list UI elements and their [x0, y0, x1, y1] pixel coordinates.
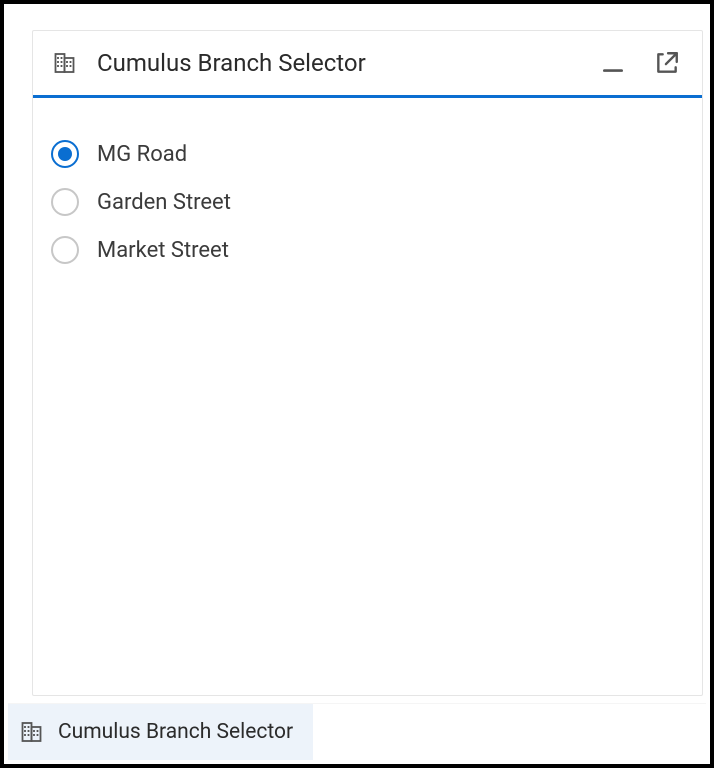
radio-button-icon [51, 188, 79, 216]
buildings-icon [53, 51, 77, 75]
branch-radio-item[interactable]: Market Street [49, 226, 686, 274]
taskbar-item[interactable]: Cumulus Branch Selector [8, 704, 313, 760]
radio-button-icon [51, 236, 79, 264]
branch-radio-label: MG Road [97, 142, 187, 167]
app-frame: Cumulus Branch Selector MG RoadGarden [0, 0, 714, 768]
dialog-window: Cumulus Branch Selector MG RoadGarden [32, 30, 703, 696]
branch-radio-label: Garden Street [97, 190, 231, 215]
window-controls [600, 50, 680, 76]
branch-radio-label: Market Street [97, 238, 229, 263]
buildings-icon [20, 720, 44, 744]
title-bar: Cumulus Branch Selector [33, 31, 702, 98]
minimize-icon[interactable] [600, 50, 626, 76]
popout-icon[interactable] [654, 50, 680, 76]
branch-radio-list: MG Road Garden Street Market Street [49, 130, 686, 274]
dialog-body: MG Road Garden Street Market Street [33, 98, 702, 306]
task-bar: Cumulus Branch Selector [8, 704, 706, 760]
branch-radio-item[interactable]: MG Road [49, 130, 686, 178]
branch-radio-item[interactable]: Garden Street [49, 178, 686, 226]
taskbar-item-label: Cumulus Branch Selector [58, 720, 293, 744]
radio-button-icon [51, 140, 79, 168]
window-title: Cumulus Branch Selector [97, 49, 580, 77]
